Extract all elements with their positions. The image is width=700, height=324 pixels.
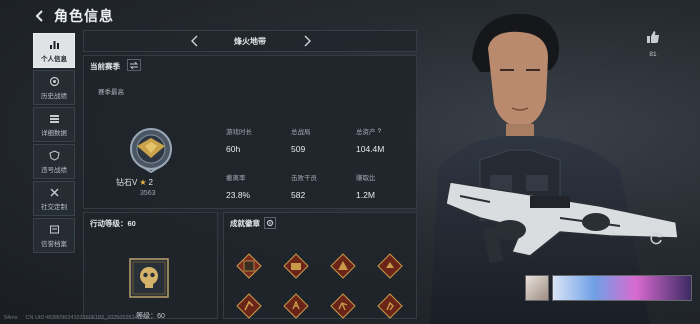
cn-uid: CN UID:4538096241031606183_202505251450 [25, 315, 144, 321]
skull-level-icon [129, 258, 169, 298]
stat-value: 582 [291, 190, 306, 200]
thumbs-up-icon [647, 31, 659, 43]
side-nav: 个人信息 历史战绩 详细数据 违号战绩 社交定制 信誉档案 [33, 33, 75, 253]
help-icon[interactable]: ? [378, 128, 382, 135]
nav-label: 详细数据 [41, 129, 67, 137]
achievement-badges-card: 成就徽章 [223, 212, 417, 319]
chevron-right-icon[interactable] [300, 34, 314, 48]
stat-value: 509 [291, 144, 306, 154]
nav-item-record[interactable]: 违号战绩 [33, 144, 75, 179]
nav-item-personal-info[interactable]: 个人信息 [33, 33, 75, 68]
nav-label: 社交定制 [41, 203, 67, 211]
like-count: 81 [649, 51, 657, 58]
stat-label: 赚取比 [356, 175, 376, 182]
current-season-card: 当前赛季 赛季最高 钻石V ★ 2 3563 游戏时长 60h 总战局 509 [83, 55, 417, 209]
nav-item-social[interactable]: 社交定制 [33, 181, 75, 216]
badge-sprint-icon[interactable] [330, 293, 356, 319]
stat-label-text: 总资产 [356, 129, 376, 136]
stack-icon [49, 114, 59, 123]
tools-icon [50, 188, 58, 196]
season-best-label: 赛季最高 [98, 89, 124, 96]
nav-label: 历史战绩 [41, 92, 67, 100]
stat-operators-defeated: 击败干员 582 [291, 172, 317, 200]
mode-name: 烽火地带 [234, 36, 266, 46]
skin-thumbnail[interactable] [552, 275, 692, 301]
swap-button[interactable] [127, 59, 141, 71]
badge-hood-icon[interactable] [330, 253, 356, 279]
stat-total-matches: 总战局 509 [291, 126, 311, 154]
stat-extraction-rate: 撤离率 23.8% [226, 172, 250, 200]
stat-total-assets: 总资产 ? 104.4M [356, 126, 385, 155]
current-season-title: 当前赛季 [90, 62, 120, 71]
main-panel: 烽火地带 当前赛季 赛季最高 钻石V ★ 2 3563 游戏时长 60h 总战局… [81, 29, 417, 320]
status-footer: 54ms CN UID:4538096241031606183_20250525… [4, 315, 144, 321]
nav-item-reputation[interactable]: 信誉档案 [33, 218, 75, 253]
nav-label: 违号战绩 [41, 166, 67, 174]
stat-value: 104.4M [356, 144, 385, 154]
rank-name: 钻石V ★ 2 [116, 177, 153, 188]
skin-thumbnail-strip [525, 275, 695, 301]
bar-chart-icon [49, 40, 59, 49]
gear-icon [266, 219, 274, 227]
badge-target-icon[interactable] [377, 253, 403, 279]
page-header: 角色信息 [34, 6, 114, 26]
stat-label: 击败干员 [291, 175, 317, 182]
stat-label: 游戏时长 [226, 129, 252, 136]
action-level-title: 行动等级：60 [90, 219, 136, 228]
record-icon [49, 76, 59, 86]
diamond-rank-icon [130, 128, 172, 174]
badge-chest-icon[interactable] [283, 253, 309, 279]
back-arrow-icon[interactable] [34, 10, 46, 22]
swap-icon [130, 61, 138, 69]
badge-runner-icon[interactable] [236, 293, 262, 319]
badge-climber-icon[interactable] [377, 293, 403, 319]
rank-stars: 2 [148, 178, 153, 187]
badge-hand-icon[interactable] [283, 293, 309, 319]
stat-play-time: 游戏时长 60h [226, 126, 252, 154]
badge-wings-icon[interactable] [236, 253, 262, 279]
mode-selector: 烽火地带 [83, 30, 417, 52]
shield-icon [48, 149, 60, 161]
page-title: 角色信息 [54, 8, 114, 24]
star-icon: ★ [139, 178, 147, 187]
rank-name-text: 钻石V [116, 178, 138, 187]
nav-label: 个人信息 [41, 55, 67, 63]
badge-settings-button[interactable] [264, 217, 276, 229]
skin-thumbnail[interactable] [525, 275, 549, 301]
stat-value: 60h [226, 144, 241, 154]
rotate-view-icon[interactable] [650, 232, 663, 245]
nav-item-history[interactable]: 历史战绩 [33, 70, 75, 105]
stat-value: 23.8% [226, 190, 251, 200]
action-level-card: 行动等级：60 等级：60 [83, 212, 218, 320]
stat-value: 1.2M [356, 190, 375, 200]
stat-earning-ratio: 赚取比 1.2M [356, 172, 376, 200]
ping-value: 54ms [4, 315, 18, 321]
nav-label: 信誉档案 [41, 240, 67, 248]
archive-icon [49, 225, 59, 233]
chevron-left-icon[interactable] [188, 34, 202, 48]
nav-item-detailed-data[interactable]: 详细数据 [33, 107, 75, 142]
rank-score: 3563 [140, 190, 156, 197]
achievements-title: 成就徽章 [230, 219, 260, 228]
stat-label: 总战局 [291, 129, 311, 136]
stat-label: 总资产 ? [356, 126, 384, 137]
stat-label: 撤离率 [226, 175, 246, 182]
like-button[interactable]: 81 [644, 30, 662, 58]
